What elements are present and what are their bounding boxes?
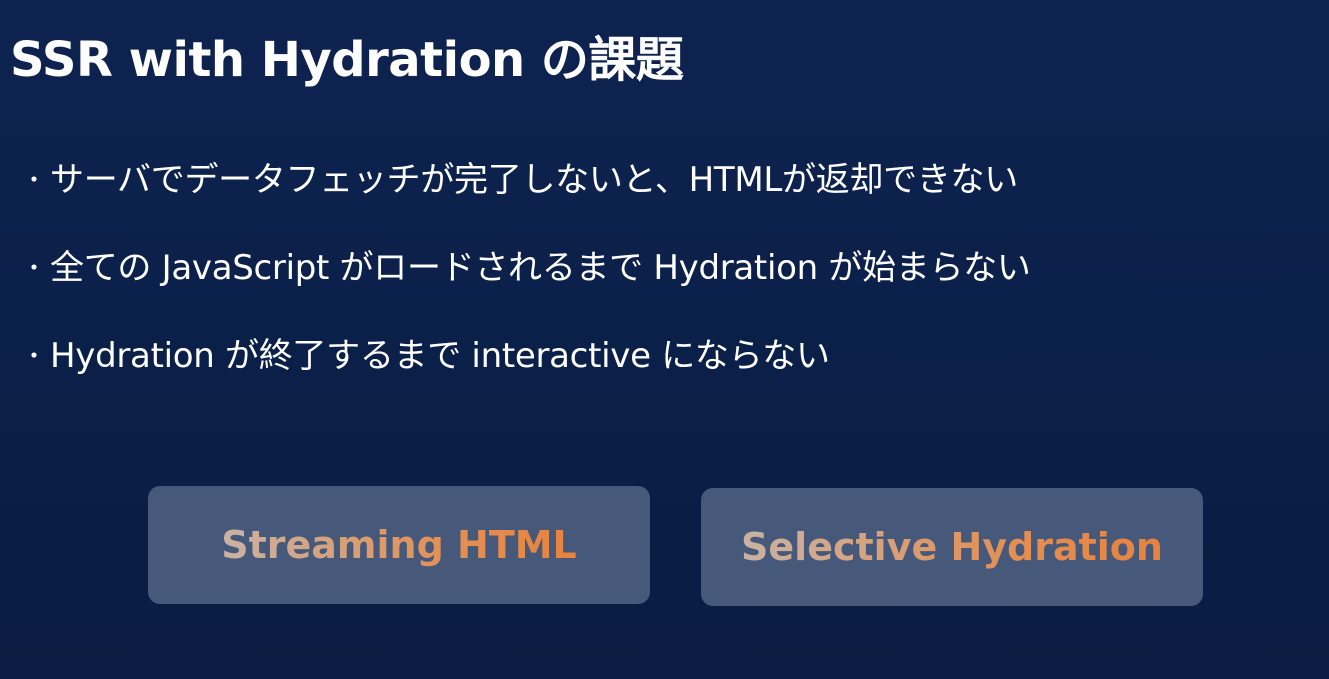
selective-hydration-box: Selective Hydration xyxy=(701,488,1203,606)
slide-title: SSR with Hydration の課題 xyxy=(10,32,684,88)
bullet-marker: ・ xyxy=(22,342,46,370)
bullet-text: Hydration が終了するまで interactive にならない xyxy=(50,336,830,376)
bullet-list: ・ サーバでデータフェッチが完了しないと、HTMLが返却できない ・ 全ての J… xyxy=(22,152,1031,416)
bullet-item: ・ 全ての JavaScript がロードされるまで Hydration が始ま… xyxy=(22,240,1031,296)
bullet-marker: ・ xyxy=(22,254,46,282)
bullet-item: ・ サーバでデータフェッチが完了しないと、HTMLが返却できない xyxy=(22,152,1031,208)
bullet-item: ・ Hydration が終了するまで interactive にならない xyxy=(22,328,1031,384)
selective-hydration-label: Selective Hydration xyxy=(741,525,1163,569)
bullet-marker: ・ xyxy=(22,166,46,194)
streaming-html-label: Streaming HTML xyxy=(221,523,577,567)
bullet-text: 全ての JavaScript がロードされるまで Hydration が始まらな… xyxy=(50,248,1031,288)
slide: SSR with Hydration の課題 ・ サーバでデータフェッチが完了し… xyxy=(0,0,1329,679)
streaming-html-box: Streaming HTML xyxy=(148,486,650,604)
bullet-text: サーバでデータフェッチが完了しないと、HTMLが返却できない xyxy=(50,160,1018,200)
